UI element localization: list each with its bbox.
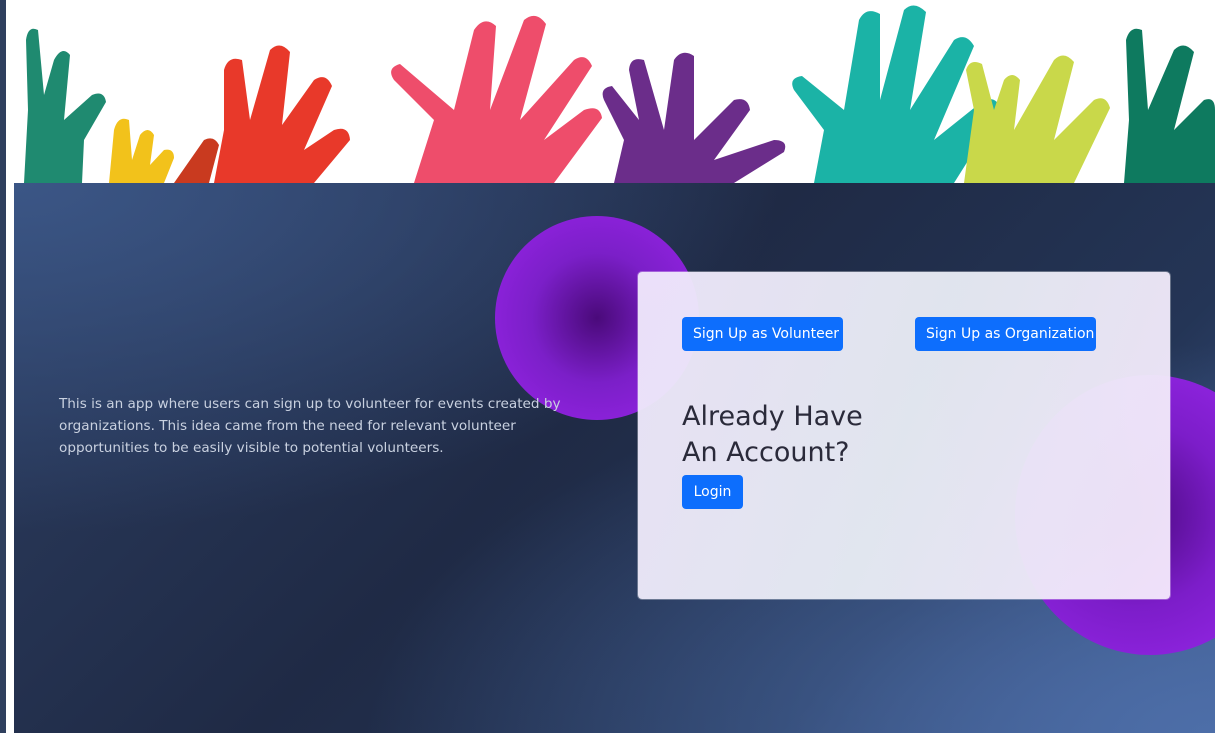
signup-organization-button[interactable]: Sign Up as Organization: [915, 317, 1096, 351]
hands-illustration: [24, 5, 1215, 183]
bottom-edge: [0, 733, 1227, 737]
auth-card: Sign Up as Volunteer Sign Up as Organiza…: [638, 272, 1170, 599]
hand-lime: [964, 55, 1110, 183]
hand-yellow: [109, 118, 174, 183]
signup-volunteer-button[interactable]: Sign Up as Volunteer: [682, 317, 843, 351]
landing-main: This is an app where users can sign up t…: [14, 183, 1215, 733]
left-edge: [0, 0, 6, 737]
hands-banner: [14, 0, 1215, 183]
hand-green-left: [24, 28, 106, 183]
already-have-account-heading: Already Have An Account?: [682, 401, 863, 468]
hand-pink: [391, 15, 602, 183]
hand-purple: [602, 52, 786, 183]
app-description: This is an app where users can sign up t…: [59, 396, 561, 456]
hand-green-right: [1124, 28, 1215, 183]
hand-red: [174, 45, 350, 183]
login-button[interactable]: Login: [682, 475, 743, 509]
